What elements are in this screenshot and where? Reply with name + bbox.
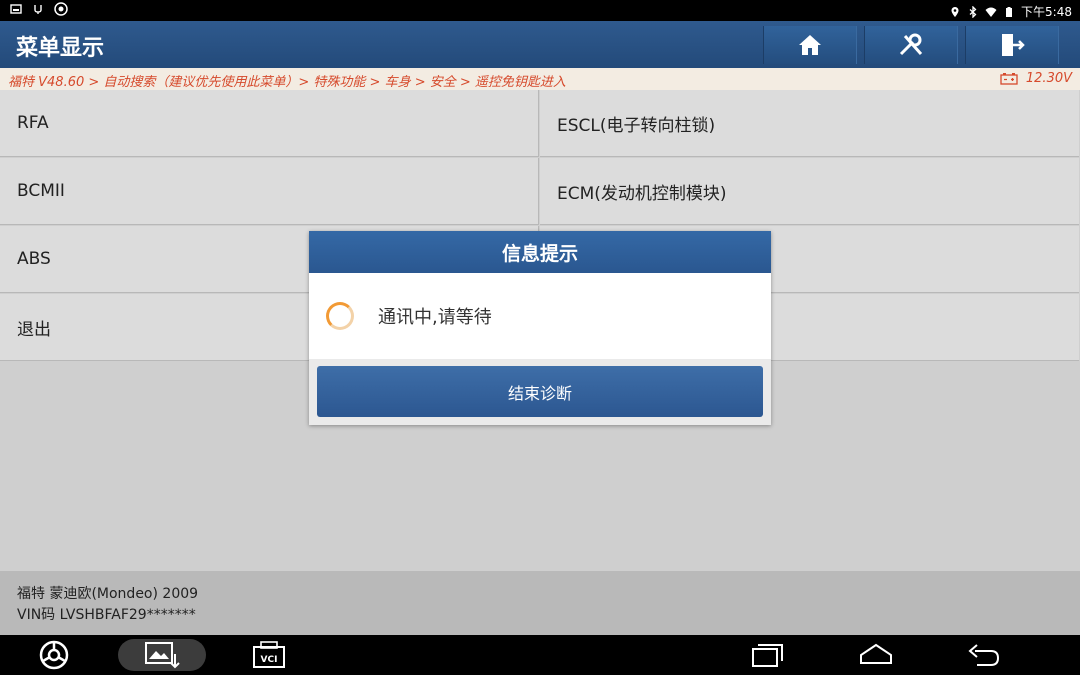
dialog-body: 通讯中,请等待: [309, 273, 771, 359]
status-bar: 下午5:48: [0, 0, 1080, 21]
loading-spinner-icon: [326, 302, 354, 330]
app-header: 菜单显示: [0, 21, 1080, 68]
image-icon: [10, 4, 22, 14]
diagnose-tools-button[interactable]: [864, 26, 958, 64]
vci-button[interactable]: VCI: [250, 639, 288, 671]
home-button[interactable]: [763, 26, 857, 64]
dialog-title: 信息提示: [309, 231, 771, 273]
browser-icon: [39, 640, 69, 670]
exit-button[interactable]: [965, 26, 1059, 64]
page-title: 菜单显示: [16, 36, 105, 61]
browser-button[interactable]: [36, 639, 72, 671]
settings-circle-icon: [54, 2, 68, 16]
vci-label: VCI: [261, 655, 278, 665]
home-nav-icon: [860, 643, 892, 664]
vehicle-vin: VIN码 LVSHBFAF29*******: [17, 607, 196, 623]
location-icon: [951, 6, 959, 17]
home-icon: [799, 35, 821, 55]
system-nav-bar: VCI: [0, 635, 1080, 675]
vci-icon: VCI: [253, 641, 285, 668]
battery-icon: [1006, 6, 1013, 17]
dialog-message: 通讯中,请等待: [378, 307, 492, 328]
screenshot-button[interactable]: [118, 639, 206, 671]
info-dialog: 信息提示 通讯中,请等待 结束诊断: [309, 231, 771, 425]
end-diagnosis-button[interactable]: 结束诊断: [317, 366, 763, 417]
recent-apps-button[interactable]: [749, 639, 787, 671]
bluetooth-icon: [969, 5, 977, 18]
voltage-value: 12.30V: [1025, 71, 1072, 86]
menu-item-ecm[interactable]: ECM(发动机控制模块): [540, 158, 1079, 225]
exit-icon: [1002, 34, 1025, 56]
menu-item-bcmii[interactable]: BCMII: [0, 158, 539, 225]
back-icon: [968, 644, 1000, 666]
status-time: 下午5:48: [1021, 5, 1072, 19]
breadcrumb-bar: 福特 V48.60 > 自动搜索（建议优先使用此菜单）> 特殊功能 > 车身 >…: [0, 68, 1080, 90]
home-nav-button[interactable]: [857, 639, 895, 671]
diagnose-tools-icon: [899, 33, 923, 56]
menu-item-escl[interactable]: ESCL(电子转向柱锁): [540, 90, 1079, 157]
battery-voltage-icon: [1000, 73, 1018, 85]
back-button[interactable]: [964, 639, 1002, 671]
breadcrumb: 福特 V48.60 > 自动搜索（建议优先使用此菜单）> 特殊功能 > 车身 >…: [8, 75, 566, 90]
screenshot-icon: [145, 642, 180, 669]
wifi-icon: [985, 7, 997, 17]
vehicle-info: 福特 蒙迪欧(Mondeo) 2009 VIN码 LVSHBFAF29*****…: [0, 571, 1080, 635]
usb-icon: [34, 5, 42, 14]
menu-item-rfa[interactable]: RFA: [0, 90, 539, 157]
vehicle-model: 福特 蒙迪欧(Mondeo) 2009: [17, 586, 199, 602]
voltage-indicator: 12.30V: [1000, 71, 1072, 86]
recent-apps-icon: [752, 644, 783, 667]
